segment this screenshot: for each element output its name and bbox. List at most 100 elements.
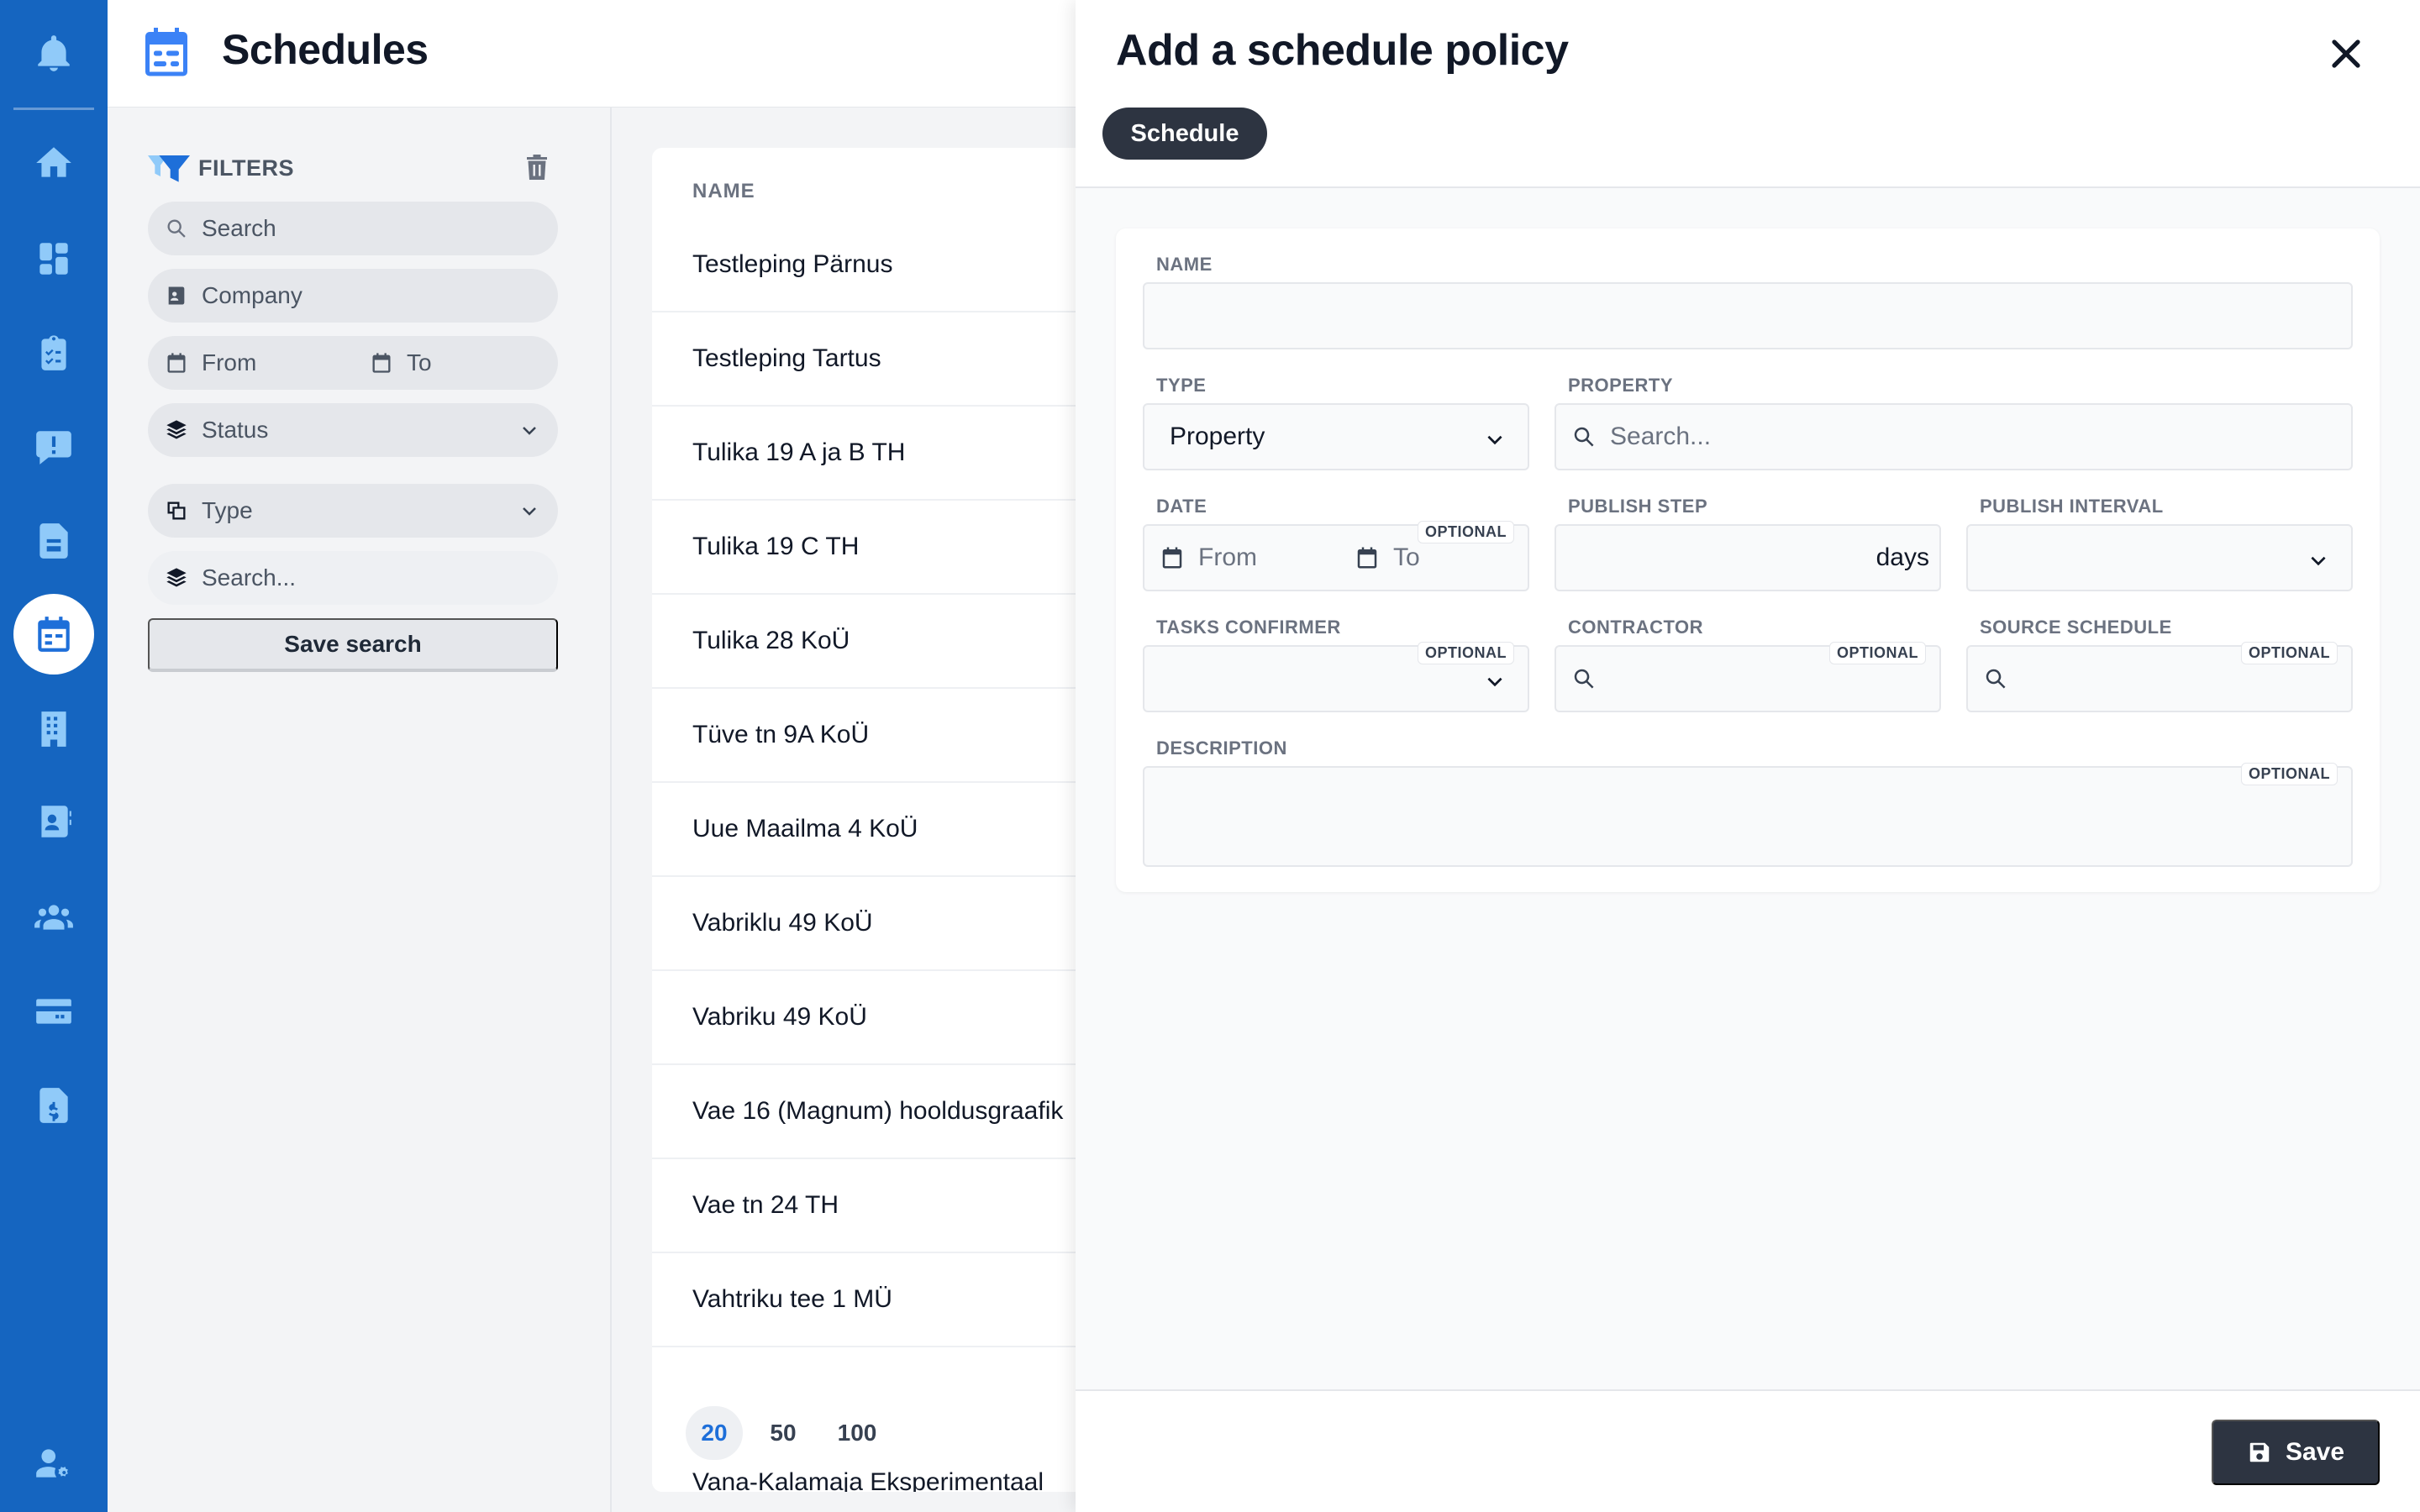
chevron-down-icon [2311,556,2326,566]
contractor-search-input[interactable]: OPTIONAL [1555,642,1941,712]
date-to-placeholder[interactable]: To [1393,543,1420,572]
page-size-20[interactable]: 20 [686,1406,743,1460]
filters-title: FILTERS [198,155,294,181]
dashboard-icon[interactable] [29,234,79,284]
date-from-placeholder[interactable]: From [1198,543,1355,572]
document-icon[interactable] [29,516,79,566]
user-settings-icon[interactable] [29,1438,79,1488]
row-name: Vae 16 (Magnum) hooldusgraafik [692,1097,1064,1125]
page-size-100[interactable]: 100 [829,1406,886,1460]
save-search-button[interactable]: Save search [148,618,558,672]
row-name: Testleping Pärnus [692,250,893,278]
calendar-icon[interactable] [29,609,79,659]
row-name: Testleping Tartus [692,344,881,372]
credit-card-icon[interactable] [29,986,79,1037]
source-schedule-search-input[interactable]: OPTIONAL [1966,642,2353,712]
page-size-50[interactable]: 50 [755,1406,812,1460]
type-search-input[interactable]: Search... [148,551,558,605]
chevron-down-icon [523,427,536,435]
tab-schedule[interactable]: Schedule [1102,108,1267,160]
tasks-confirmer-select[interactable]: OPTIONAL [1143,642,1529,712]
alert-message-icon[interactable] [29,422,79,472]
chevron-down-icon [1487,435,1502,445]
property-placeholder: Search... [1610,423,1712,450]
table-row[interactable]: Tulika 19 A ja B TH [652,407,1089,501]
optional-badge: OPTIONAL [1418,521,1514,543]
table-row-partial[interactable]: Vana-Kalamaja Eksperimentaal [692,1468,1044,1492]
save-button-label: Save [2285,1438,2345,1466]
tasks-confirmer-label: TASKS CONFIRMER [1156,617,1341,638]
property-search-input[interactable]: Search... [1555,403,2353,470]
type-search-placeholder: Search... [202,564,297,591]
search-filter-placeholder: Search [202,215,276,241]
rail-divider [13,108,94,110]
row-name: Tulika 28 KoÜ [692,627,850,654]
app-rail [0,0,108,1512]
name-label: NAME [1156,254,1213,275]
table-row[interactable]: Vae 16 (Magnum) hooldusgraafik [652,1065,1089,1159]
trash-icon[interactable] [524,153,550,181]
type-select[interactable]: Property [1143,403,1529,470]
table-row[interactable]: Vahtriku tee 1 MÜ [652,1253,1089,1347]
chevron-down-icon [1487,677,1502,687]
optional-badge: OPTIONAL [1829,642,1926,664]
search-filter[interactable]: Search [148,202,558,255]
close-icon[interactable] [2326,34,2366,74]
column-header-name[interactable]: NAME [692,180,755,203]
table-row[interactable]: Tüve tn 9A KoÜ [652,689,1089,783]
name-input[interactable] [1143,282,2353,349]
date-to-placeholder[interactable]: To [407,349,432,376]
source-schedule-label: SOURCE SCHEDULE [1980,617,2172,638]
table-row[interactable]: Tulika 19 C TH [652,501,1089,595]
status-filter-placeholder: Status [202,417,269,443]
contact-card-icon[interactable] [29,796,79,847]
optional-badge: OPTIONAL [2241,642,2338,664]
search-icon [1986,669,2006,689]
row-name: Tulika 19 C TH [692,533,860,560]
type-filter[interactable]: Type [148,484,558,538]
status-filter[interactable]: Status [148,403,558,457]
filter-funnel-icon [148,155,190,182]
clipboard-check-icon[interactable] [29,328,79,378]
publish-interval-label: PUBLISH INTERVAL [1980,496,2164,517]
table-row[interactable]: Tulika 28 KoÜ [652,595,1089,689]
table-row[interactable]: Vae tn 24 TH [652,1159,1089,1253]
building-icon[interactable] [29,704,79,754]
shapes-icon [167,501,186,520]
type-label: TYPE [1156,375,1207,396]
page-title: Schedules [222,26,429,73]
row-name: Tüve tn 9A KoÜ [692,721,870,748]
home-icon[interactable] [29,138,79,188]
calendar-icon [1162,547,1182,569]
row-name: Vabriku 49 KoÜ [692,1003,867,1031]
table-row[interactable]: Vabriklu 49 KoÜ [652,877,1089,971]
search-icon [1574,427,1594,447]
date-range-input[interactable]: OPTIONAL From To [1143,521,1529,591]
table-row[interactable]: Testleping Tartus [652,312,1089,407]
chevron-down-icon [523,507,536,516]
layers-icon [166,420,187,439]
publish-step-input[interactable]: days [1555,524,1941,591]
type-value: Property [1170,423,1265,450]
floppy-disk-icon [2249,1442,2270,1462]
date-range-filter[interactable]: From To [148,336,558,390]
search-icon [167,219,186,238]
date-from-placeholder[interactable]: From [202,349,370,376]
row-name: Tulika 19 A ja B TH [692,438,906,466]
description-label: DESCRIPTION [1156,738,1287,759]
users-group-icon[interactable] [29,892,79,942]
row-name: Vabriklu 49 KoÜ [692,909,873,937]
table-row[interactable]: Uue Maailma 4 KoÜ [652,783,1089,877]
table-row[interactable]: Testleping Pärnus [652,218,1089,312]
save-button[interactable]: Save [2212,1420,2380,1485]
table-row[interactable]: Vabriku 49 KoÜ [652,971,1089,1065]
publish-interval-select[interactable] [1966,524,2353,591]
filters-panel: FILTERS Search Company From To Status Ty… [108,108,612,1512]
company-filter-placeholder: Company [202,282,302,308]
optional-badge: OPTIONAL [1418,642,1514,664]
publish-step-label: PUBLISH STEP [1568,496,1708,517]
invoice-icon[interactable] [29,1080,79,1131]
company-filter[interactable]: Company [148,269,558,323]
description-textarea[interactable]: OPTIONAL [1143,763,2353,867]
bell-icon[interactable] [29,29,79,79]
